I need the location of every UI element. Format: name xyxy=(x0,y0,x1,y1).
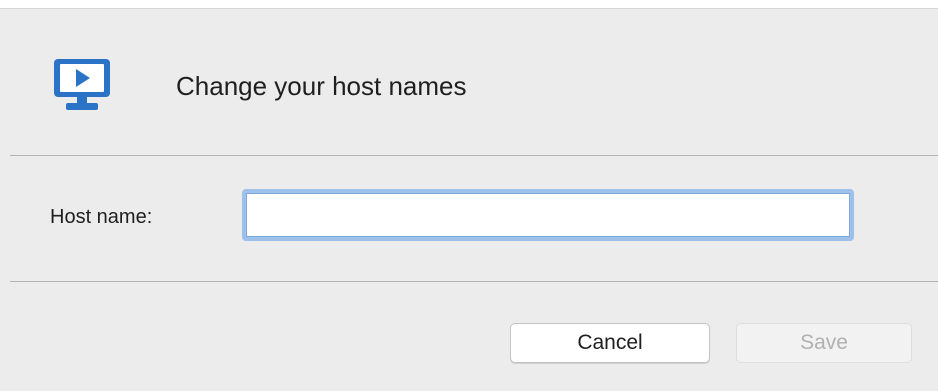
dialog-header: Change your host names xyxy=(0,9,938,155)
footer-divider xyxy=(10,281,938,282)
change-host-names-dialog: Change your host names Host name: Cancel… xyxy=(0,8,938,391)
host-name-input[interactable] xyxy=(242,189,854,241)
header-divider xyxy=(10,155,938,156)
save-button[interactable]: Save xyxy=(736,323,912,363)
cancel-button[interactable]: Cancel xyxy=(510,323,710,363)
monitor-play-icon xyxy=(54,59,110,110)
host-name-label: Host name: xyxy=(50,206,153,228)
dialog-title: Change your host names xyxy=(176,71,467,101)
